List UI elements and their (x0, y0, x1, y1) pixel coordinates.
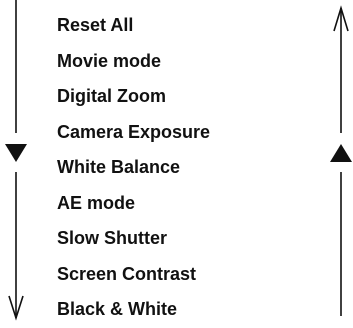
menu-item-slow-shutter[interactable]: Slow Shutter (57, 221, 210, 257)
line-arrow-down-icon (8, 172, 24, 321)
left-scroll-indicator (5, 0, 27, 321)
menu-item-digital-zoom[interactable]: Digital Zoom (57, 79, 210, 115)
line-arrow-up-icon (333, 5, 349, 133)
menu-screen: Reset All Movie mode Digital Zoom Camera… (0, 0, 353, 324)
solid-triangle-down-icon (5, 144, 27, 162)
menu-item-ae-mode[interactable]: AE mode (57, 186, 210, 222)
menu-item-camera-exposure[interactable]: Camera Exposure (57, 115, 210, 151)
menu-item-screen-contrast[interactable]: Screen Contrast (57, 257, 210, 293)
menu-item-movie-mode[interactable]: Movie mode (57, 44, 210, 80)
menu-item-white-balance[interactable]: White Balance (57, 150, 210, 186)
right-scroll-indicator (330, 5, 352, 316)
menu-item-black-white[interactable]: Black & White (57, 292, 210, 328)
menu-list: Reset All Movie mode Digital Zoom Camera… (57, 8, 210, 328)
solid-triangle-up-icon (330, 144, 352, 162)
menu-item-reset-all[interactable]: Reset All (57, 8, 210, 44)
